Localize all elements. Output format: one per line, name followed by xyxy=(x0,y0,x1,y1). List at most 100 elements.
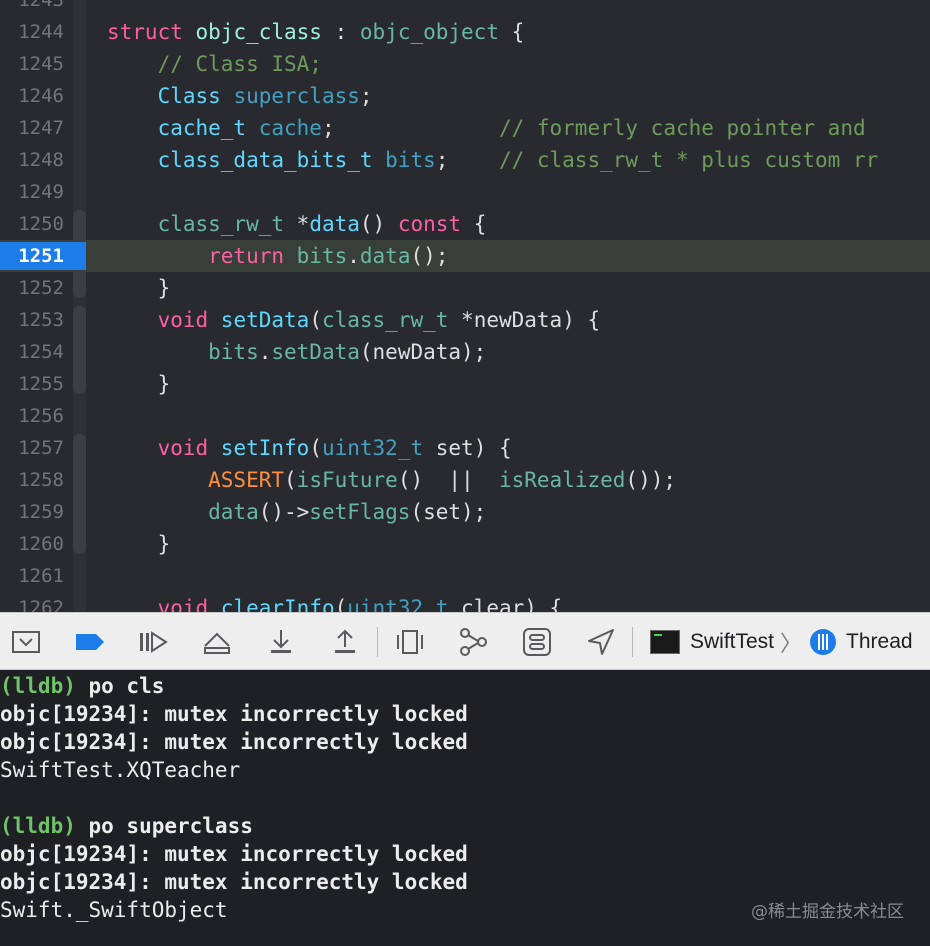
thread-icon xyxy=(810,629,837,655)
step-over-button[interactable] xyxy=(201,627,233,657)
memory-graph-button[interactable] xyxy=(457,627,489,657)
code-token: *newData) { xyxy=(448,308,601,332)
console-line: objc[19234]: mutex incorrectly locked xyxy=(0,700,468,728)
line-number[interactable]: 1261 xyxy=(0,560,64,592)
breadcrumb-thread[interactable]: Thread xyxy=(846,630,913,654)
step-over-icon xyxy=(204,632,230,654)
breakpoints-toggle-button[interactable] xyxy=(74,627,106,657)
code-token: () xyxy=(359,212,398,236)
code-token: uint32_t xyxy=(321,436,424,460)
code-line-current[interactable]: 1251 return bits.data(); xyxy=(0,240,930,272)
environment-overrides-button[interactable] xyxy=(521,627,553,657)
view-hierarchy-button[interactable] xyxy=(394,627,426,657)
hide-debug-area-icon xyxy=(12,631,40,653)
source-editor[interactable]: 1243 1244 struct objc_class : objc_object … xyxy=(0,0,930,612)
line-number[interactable]: 1251 xyxy=(0,240,64,272)
step-into-button[interactable] xyxy=(265,627,297,657)
console-line: Swift._SwiftObject xyxy=(0,896,228,924)
code-token: } xyxy=(107,372,171,396)
code-token: (); xyxy=(410,244,449,268)
code-line[interactable]: 1261 xyxy=(0,560,930,592)
code-line[interactable]: 1259 data()->setFlags(set); xyxy=(0,496,930,528)
line-number[interactable]: 1247 xyxy=(0,112,64,144)
toolbar-divider xyxy=(377,627,378,657)
code-text: return bits.data(); xyxy=(107,240,448,272)
code-token: data xyxy=(359,244,411,268)
lldb-console[interactable]: (lldb) po cls objc[19234]: mutex incorrec… xyxy=(0,670,930,946)
breadcrumb-app[interactable]: SwiftTest xyxy=(690,630,774,654)
code-token: bits xyxy=(385,148,436,172)
line-number[interactable]: 1243 xyxy=(0,0,64,16)
code-token: ( xyxy=(309,436,322,460)
code-line[interactable]: 1246 Class superclass; xyxy=(0,80,930,112)
code-line[interactable]: 1243 xyxy=(0,0,930,16)
console-text: objc[19234]: mutex incorrectly locked xyxy=(0,870,468,894)
line-number[interactable]: 1244 xyxy=(0,16,64,48)
line-number[interactable]: 1252 xyxy=(0,272,64,304)
simulate-location-button[interactable] xyxy=(585,627,617,657)
console-text: Swift._SwiftObject xyxy=(0,898,228,922)
code-token: setInfo xyxy=(220,436,310,460)
line-number[interactable]: 1258 xyxy=(0,464,64,496)
code-token: . xyxy=(347,244,360,268)
code-line[interactable]: 1247 cache_t cache; // formerly cache po… xyxy=(0,112,930,144)
code-line[interactable]: 1258 ASSERT(isFuture() || isRealized()); xyxy=(0,464,930,496)
code-text: } xyxy=(107,368,171,400)
code-token: } xyxy=(107,276,171,300)
code-line[interactable]: 1245 // Class ISA; xyxy=(0,48,930,80)
code-line[interactable]: 1249 xyxy=(0,176,930,208)
console-line: SwiftTest.XQTeacher xyxy=(0,756,240,784)
line-number[interactable]: 1256 xyxy=(0,400,64,432)
code-token: isFuture xyxy=(296,468,398,492)
continue-button[interactable] xyxy=(137,627,169,657)
hide-debug-area-button[interactable] xyxy=(10,627,42,657)
code-line[interactable]: 1257 void setInfo(uint32_t set) { xyxy=(0,432,930,464)
code-line[interactable]: 1254 bits.setData(newData); xyxy=(0,336,930,368)
line-number[interactable]: 1257 xyxy=(0,432,64,464)
line-number[interactable]: 1262 xyxy=(0,592,64,612)
step-out-icon xyxy=(335,629,355,653)
code-line[interactable]: 1250 class_rw_t *data() const { xyxy=(0,208,930,240)
line-number[interactable]: 1260 xyxy=(0,528,64,560)
line-number[interactable]: 1249 xyxy=(0,176,64,208)
code-token: ( xyxy=(309,308,322,332)
code-line[interactable]: 1256 xyxy=(0,400,930,432)
code-text: void clearInfo(uint32_t clear) { xyxy=(107,592,563,612)
code-token: Class xyxy=(107,84,234,108)
code-line[interactable]: 1253 void setData(class_rw_t *newData) { xyxy=(0,304,930,336)
console-text: objc[19234]: mutex incorrectly locked xyxy=(0,842,468,866)
code-token: } xyxy=(107,532,171,556)
step-out-button[interactable] xyxy=(329,627,361,657)
code-token: ( xyxy=(334,596,348,612)
code-token: superclass xyxy=(233,84,360,108)
code-token: class_rw_t xyxy=(321,308,449,332)
console-text: po cls xyxy=(75,674,165,698)
code-token: * xyxy=(296,212,310,236)
code-token: class_rw_t xyxy=(107,212,297,236)
code-line[interactable]: 1252 } xyxy=(0,272,930,304)
line-number[interactable]: 1248 xyxy=(0,144,64,176)
code-text: class_rw_t *data() const { xyxy=(107,208,487,240)
console-line: objc[19234]: mutex incorrectly locked xyxy=(0,868,468,896)
code-text: bits.setData(newData); xyxy=(107,336,486,368)
line-number[interactable]: 1250 xyxy=(0,208,64,240)
code-token: setData xyxy=(220,308,310,332)
code-token: data xyxy=(309,212,360,236)
code-line[interactable]: 1262 void clearInfo(uint32_t clear) { xyxy=(0,592,930,612)
code-line[interactable]: 1248 class_data_bits_t bits; // class_rw… xyxy=(0,144,930,176)
code-token: const xyxy=(397,212,462,236)
watermark: @稀土掘金技术社区 xyxy=(751,902,904,922)
code-line[interactable]: 1255 } xyxy=(0,368,930,400)
line-number[interactable]: 1253 xyxy=(0,304,64,336)
line-number[interactable]: 1245 xyxy=(0,48,64,80)
code-token: cache_t xyxy=(107,116,259,140)
line-number[interactable]: 1259 xyxy=(0,496,64,528)
simulate-location-icon xyxy=(588,629,614,655)
lldb-prompt: (lldb) xyxy=(0,814,76,838)
code-token: isRealized xyxy=(498,468,626,492)
line-number[interactable]: 1254 xyxy=(0,336,64,368)
code-line[interactable]: 1260 } xyxy=(0,528,930,560)
line-number[interactable]: 1255 xyxy=(0,368,64,400)
code-line[interactable]: 1244 struct objc_class : objc_object { xyxy=(0,16,930,48)
line-number[interactable]: 1246 xyxy=(0,80,64,112)
